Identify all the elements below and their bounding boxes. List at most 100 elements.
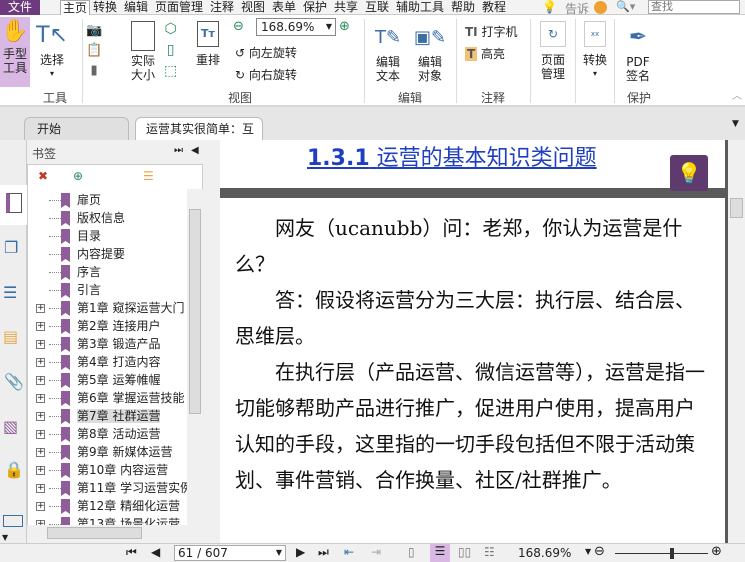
lock-icon[interactable]: 🔒 (4, 460, 24, 479)
expand-icon[interactable]: + (36, 448, 45, 457)
layers-icon[interactable]: ☰ (3, 283, 17, 302)
prev-page-icon[interactable]: ◀ (151, 545, 160, 559)
menu-tab[interactable]: 保护 (301, 0, 329, 15)
zoom-select[interactable]: 168.69% ▼ (256, 18, 336, 36)
bookmark-item[interactable]: + 第7章 社群运营 (28, 407, 161, 425)
expand-icon[interactable]: + (36, 412, 45, 421)
last-page-icon[interactable]: ⏭ (318, 545, 329, 560)
zoom-out-icon[interactable]: ⊖ (233, 19, 244, 34)
edit-object-button[interactable]: ▣✎ 编辑 对象 (410, 21, 450, 83)
fit-icons[interactable]: ⬡ ▯ ⬚ (164, 19, 177, 82)
more-icon[interactable]: ▼ (2, 533, 8, 542)
highlight-button[interactable]: T 高亮 (465, 45, 505, 62)
zoom-slider-thumb[interactable] (670, 548, 674, 559)
menu-tab[interactable]: 主页 (60, 0, 91, 15)
search-icon[interactable]: 🔍▾ (616, 0, 635, 13)
zoom-in-icon[interactable]: ⊕ (711, 544, 722, 559)
rotate-right-button[interactable]: ↻ 向右旋转 (235, 66, 297, 83)
page-manage-button[interactable]: ↻ 页面 管理 (533, 21, 573, 81)
bookmark-item[interactable]: + 第5章 运筹帷幄 (28, 371, 160, 389)
menu-tab[interactable]: 编辑 (122, 0, 150, 15)
bookmark-item[interactable]: + 第1章 窥探运营大门 (28, 299, 184, 317)
bookmark-item[interactable]: 序言 (28, 263, 101, 281)
menu-tab[interactable]: 教程 (480, 0, 508, 15)
bookmark-item[interactable]: + 第11章 学习运营实例 (28, 479, 187, 497)
menu-tab[interactable]: 共享 (332, 0, 360, 15)
menu-tab[interactable]: 页面管理 (153, 0, 205, 15)
menu-tab[interactable]: 表单 (270, 0, 298, 15)
menu-tab[interactable]: 注释 (208, 0, 236, 15)
zoom-slider[interactable] (615, 553, 708, 554)
facing-page-icon[interactable]: ▯▯ (458, 545, 471, 559)
bookmark-panel-icon[interactable] (0, 185, 27, 225)
bookmark-item[interactable]: 版权信息 (28, 209, 125, 227)
hand-tool-button[interactable]: ✋ 手型 工具 (0, 17, 30, 87)
expand-icon[interactable]: + (36, 394, 45, 403)
select-button[interactable]: T↖ 选择 ▾ (36, 19, 68, 81)
bookmark-item[interactable]: 扉页 (28, 191, 101, 209)
expand-icon[interactable]: + (36, 358, 45, 367)
signature-icon[interactable]: ▧ (3, 417, 18, 436)
bookmark-item[interactable]: 目录 (28, 227, 101, 245)
pages-icon[interactable]: ❐ (4, 238, 18, 257)
tab-document[interactable]: 运营其实很简单：互联...× (135, 117, 263, 158)
expand-icon[interactable]: + (36, 304, 45, 313)
expand-icon[interactable]: + (36, 340, 45, 349)
bookmark-item[interactable]: + 第10章 内容运营 (28, 461, 168, 479)
bookmark-item[interactable]: + 第6章 掌握运营技能 (28, 389, 184, 407)
delete-bookmark-icon[interactable]: ✖ (38, 169, 48, 183)
previous-view-icon[interactable]: ⇤ (344, 545, 354, 559)
expand-panel-icon[interactable]: ⏭ (174, 145, 183, 156)
expand-icon[interactable]: + (36, 376, 45, 385)
first-page-icon[interactable]: ⏮ (126, 545, 137, 560)
document-vscrollbar[interactable] (728, 140, 745, 543)
page-number-input[interactable]: 61 / 607 ▼ (174, 545, 286, 561)
bookmark-item[interactable]: 引言 (28, 281, 101, 299)
add-bookmark-icon[interactable]: ⊕ (73, 169, 83, 183)
bookmark-item[interactable]: + 第8章 活动运营 (28, 425, 160, 443)
tab-start[interactable]: 开始 (24, 117, 129, 140)
next-view-icon[interactable]: ⇥ (371, 545, 381, 559)
bookmark-item[interactable]: + 第12章 精细化运营 (28, 497, 180, 515)
badge-icon[interactable] (594, 1, 607, 14)
convert-button[interactable]: xx 转换 ▾ (578, 21, 612, 81)
typewriter-button[interactable]: TI 打字机 (465, 23, 518, 40)
comments-icon[interactable]: ▤ (3, 327, 18, 346)
bookmark-item[interactable]: + 第4章 打造内容 (28, 353, 160, 371)
menu-tab[interactable]: 互联 (363, 0, 391, 15)
menu-tab[interactable]: 辅助工具 (394, 0, 446, 15)
zoom-level[interactable]: 168.69% (518, 546, 571, 560)
snapshot-icons[interactable]: 📷 📋 ▮ (86, 21, 102, 81)
bookmark-item[interactable]: + 第13章 场景化运营 (28, 515, 180, 525)
form-icon[interactable] (3, 515, 23, 527)
search-input[interactable] (648, 0, 740, 14)
actual-size-button[interactable]: 实际 大小 (126, 21, 160, 82)
zoom-in-icon[interactable]: ⊕ (339, 19, 350, 34)
menu-tab[interactable]: 帮助 (449, 0, 477, 15)
collapse-panel-icon[interactable]: ◀ (191, 145, 199, 156)
single-page-icon[interactable]: ▯ (408, 545, 415, 559)
section-heading[interactable]: 1.3.1 运营的基本知识类问题 (307, 140, 597, 172)
expand-icon[interactable]: + (36, 322, 45, 331)
bookmark-options-icon[interactable]: ☰ (143, 169, 154, 183)
bookmark-vscrollbar[interactable] (187, 189, 203, 525)
edit-text-button[interactable]: T✎ 编辑 文本 (370, 21, 406, 83)
continuous-facing-icon[interactable]: ☷ (484, 545, 495, 559)
expand-icon[interactable]: + (36, 466, 45, 475)
continuous-page-icon[interactable]: ☰ (430, 544, 450, 562)
next-page-icon[interactable]: ▶ (296, 545, 305, 559)
pdf-sign-button[interactable]: ✒ PDF 签名 (618, 21, 658, 83)
bookmark-item[interactable]: 内容提要 (28, 245, 125, 263)
expand-icon[interactable]: + (36, 502, 45, 511)
collapse-ribbon-icon[interactable]: ︿ (732, 87, 742, 102)
tab-list-icon[interactable]: ▼ (732, 119, 739, 129)
bookmark-item[interactable]: + 第2章 连接用户 (28, 317, 160, 335)
tip-bulb-icon[interactable]: 💡 (670, 155, 708, 191)
rotate-left-button[interactable]: ↺ 向左旋转 (235, 44, 297, 61)
bookmark-item[interactable]: + 第9章 新媒体运营 (28, 443, 172, 461)
bookmark-item[interactable]: + 第3章 锻造产品 (28, 335, 160, 353)
expand-icon[interactable]: + (36, 484, 45, 493)
zoom-out-icon[interactable]: ⊖ (594, 544, 605, 559)
zoom-dropdown-icon[interactable]: ▼ (585, 547, 591, 556)
attachment-icon[interactable]: 📎 (4, 372, 24, 391)
